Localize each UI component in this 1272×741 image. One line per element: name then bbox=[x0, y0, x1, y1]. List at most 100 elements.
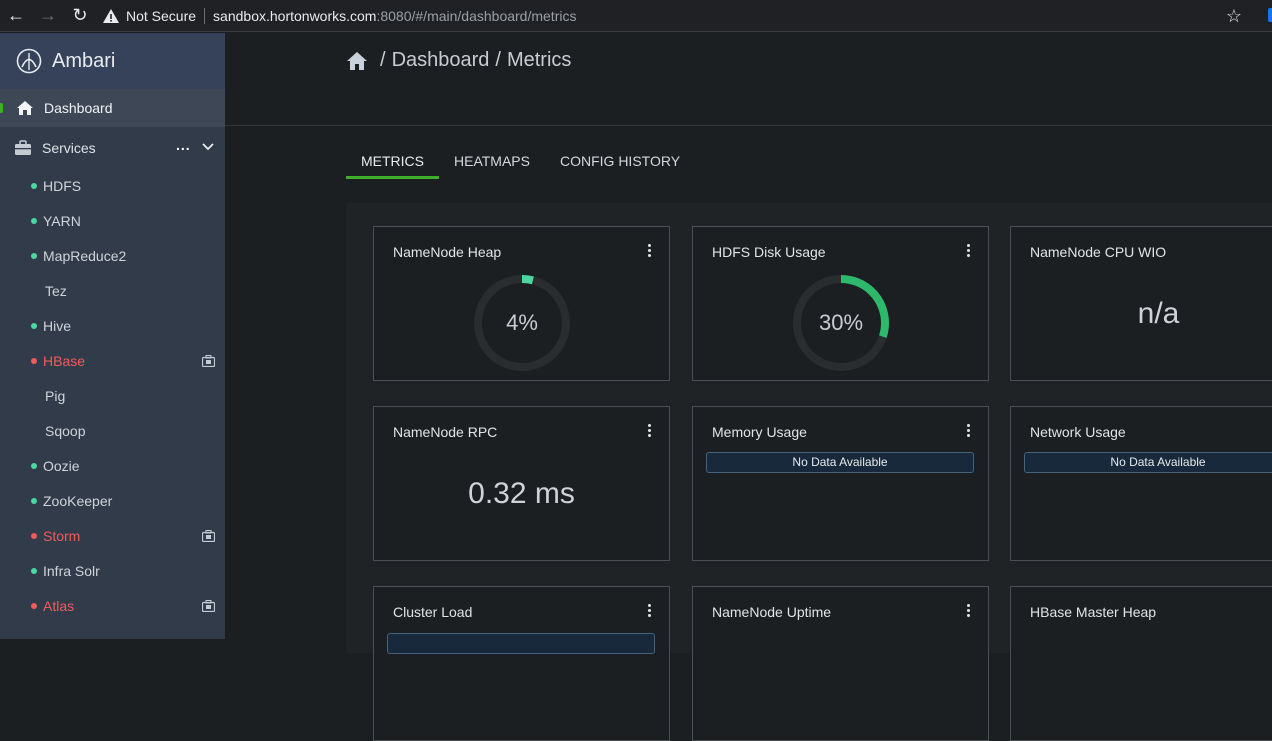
widget-cluster-load[interactable]: Cluster Load bbox=[373, 586, 670, 741]
reload-icon[interactable]: ↻ bbox=[64, 0, 96, 32]
sidebar-item-label: MapReduce2 bbox=[43, 248, 127, 264]
brand-name: Ambari bbox=[52, 49, 116, 72]
status-dot bbox=[31, 218, 37, 224]
widget-namenode-cpu-wio[interactable]: NameNode CPU WIO n/a bbox=[1010, 226, 1272, 381]
url-divider bbox=[204, 7, 206, 24]
chevron-down-icon[interactable] bbox=[200, 139, 216, 155]
status-dot bbox=[31, 498, 37, 504]
widget-title: Cluster Load bbox=[393, 604, 473, 620]
sidebar-item-sqoop[interactable]: Sqoop bbox=[0, 414, 225, 449]
security-label: Not Secure bbox=[126, 7, 197, 24]
sidebar-item-hbase[interactable]: HBase bbox=[0, 344, 225, 379]
widget-namenode-rpc[interactable]: NameNode RPC 0.32 ms bbox=[373, 406, 670, 561]
widget-title: Memory Usage bbox=[712, 424, 807, 440]
sidebar-item-pig[interactable]: Pig bbox=[0, 379, 225, 414]
breadcrumb-dashboard[interactable]: Dashboard bbox=[392, 49, 490, 72]
sidebar-item-infra-solr[interactable]: Infra Solr bbox=[0, 554, 225, 589]
sidebar-item-hive[interactable]: Hive bbox=[0, 309, 225, 344]
sidebar-item-oozie[interactable]: Oozie bbox=[0, 449, 225, 484]
sidebar-item-tez[interactable]: Tez bbox=[0, 274, 225, 309]
main-content: / Dashboard / Metrics METRICS HEATMAPS C… bbox=[225, 33, 1272, 741]
sidebar-item-yarn[interactable]: YARN bbox=[0, 204, 225, 239]
widget-menu-icon[interactable] bbox=[648, 244, 652, 259]
sidebar-item-label: Pig bbox=[45, 388, 66, 404]
extension-icon[interactable] bbox=[1268, 8, 1272, 22]
sidebar: Ambari Dashboard Services ... HDFS YARN Ma… bbox=[0, 33, 225, 639]
widget-network-usage[interactable]: Network Usage No Data Available bbox=[1010, 406, 1272, 561]
status-dot bbox=[31, 358, 37, 364]
back-icon[interactable]: ← bbox=[0, 0, 32, 32]
home-icon[interactable] bbox=[346, 50, 368, 72]
bookmark-star-icon[interactable]: ☆ bbox=[1226, 6, 1242, 27]
status-dot bbox=[31, 603, 37, 609]
sidebar-item-mapreduce2[interactable]: MapReduce2 bbox=[0, 239, 225, 274]
sidebar-item-atlas[interactable]: Atlas bbox=[0, 589, 225, 624]
breadcrumb-metrics: Metrics bbox=[506, 49, 572, 71]
widget-menu-icon[interactable] bbox=[648, 604, 652, 619]
no-data-banner bbox=[387, 633, 655, 654]
sidebar-item-dashboard[interactable]: Dashboard bbox=[0, 89, 225, 127]
gauge-value: 30% bbox=[819, 310, 863, 335]
status-dot bbox=[31, 183, 37, 189]
no-data-banner: No Data Available bbox=[706, 452, 974, 473]
widget-hbase-master-heap[interactable]: HBase Master Heap bbox=[1010, 586, 1272, 741]
sidebar-item-label: Storm bbox=[43, 528, 81, 544]
widget-value: n/a bbox=[1137, 297, 1180, 330]
sidebar-item-label: Oozie bbox=[43, 458, 80, 474]
gauge-value: 4% bbox=[506, 310, 538, 335]
ambari-logo-icon bbox=[16, 48, 42, 74]
tab-heatmaps[interactable]: HEATMAPS bbox=[439, 141, 545, 178]
widget-menu-icon[interactable] bbox=[967, 244, 971, 259]
forward-icon[interactable]: → bbox=[32, 0, 64, 32]
services-more-button[interactable]: ... bbox=[176, 137, 191, 153]
warning-icon bbox=[103, 8, 119, 23]
breadcrumb-separator: / bbox=[495, 49, 501, 71]
address-bar[interactable]: Not Secure sandbox.hortonworks.com:8080/… bbox=[102, 0, 576, 32]
service-list: HDFS YARN MapReduce2 Tez Hive HBase Pig Sqoop Oo… bbox=[0, 169, 225, 624]
widget-title: Network Usage bbox=[1030, 424, 1126, 440]
widget-menu-icon[interactable] bbox=[967, 424, 971, 439]
widget-title: NameNode RPC bbox=[393, 424, 498, 440]
sidebar-item-label: Hive bbox=[43, 318, 72, 334]
maintenance-mode-icon bbox=[202, 530, 215, 542]
widget-title: HDFS Disk Usage bbox=[712, 244, 826, 260]
url-host: sandbox.hortonworks.com bbox=[213, 7, 377, 24]
sidebar-item-label: Sqoop bbox=[45, 423, 86, 439]
widget-title: NameNode CPU WIO bbox=[1030, 244, 1167, 260]
brand[interactable]: Ambari bbox=[0, 33, 225, 89]
widget-menu-icon[interactable] bbox=[648, 424, 652, 439]
sidebar-item-label: Services bbox=[42, 140, 96, 156]
widget-title: HBase Master Heap bbox=[1030, 604, 1157, 620]
status-dot bbox=[31, 323, 37, 329]
briefcase-icon bbox=[15, 140, 31, 155]
widget-value: 0.32 ms bbox=[468, 477, 575, 510]
sidebar-item-services[interactable]: Services ... bbox=[0, 127, 225, 169]
widget-hdfs-disk-usage[interactable]: HDFS Disk Usage 30% bbox=[692, 226, 989, 381]
status-dot bbox=[31, 533, 37, 539]
sidebar-item-zookeeper[interactable]: ZooKeeper bbox=[0, 484, 225, 519]
sidebar-item-hdfs[interactable]: HDFS bbox=[0, 169, 225, 204]
browser-toolbar: ← → ↻ Not Secure sandbox.hortonworks.com… bbox=[0, 0, 1272, 32]
no-data-banner: No Data Available bbox=[1024, 452, 1272, 473]
sidebar-item-label: Infra Solr bbox=[43, 563, 100, 579]
tab-config-history[interactable]: CONFIG HISTORY bbox=[545, 141, 695, 178]
widget-namenode-uptime[interactable]: NameNode Uptime bbox=[692, 586, 989, 741]
status-dot bbox=[31, 568, 37, 574]
sidebar-item-label: Tez bbox=[45, 283, 67, 299]
sidebar-item-label: Dashboard bbox=[44, 100, 113, 116]
home-icon bbox=[17, 101, 33, 115]
tab-metrics[interactable]: METRICS bbox=[346, 141, 439, 179]
maintenance-mode-icon bbox=[202, 355, 215, 367]
widget-menu-icon[interactable] bbox=[967, 604, 971, 619]
widget-namenode-heap[interactable]: NameNode Heap 4% bbox=[373, 226, 670, 381]
sidebar-item-label: ZooKeeper bbox=[43, 493, 113, 509]
sidebar-item-label: YARN bbox=[43, 213, 81, 229]
widgets-panel: NameNode Heap 4% HDFS Disk Usage 30% Nam… bbox=[346, 203, 1272, 741]
url-path: :8080/#/main/dashboard/metrics bbox=[376, 7, 577, 24]
widget-memory-usage[interactable]: Memory Usage No Data Available bbox=[692, 406, 989, 561]
sidebar-item-storm[interactable]: Storm bbox=[0, 519, 225, 554]
status-dot bbox=[31, 253, 37, 259]
sidebar-item-label: HDFS bbox=[43, 178, 82, 194]
breadcrumb-separator: / bbox=[380, 49, 386, 71]
widget-title: NameNode Uptime bbox=[712, 604, 832, 620]
